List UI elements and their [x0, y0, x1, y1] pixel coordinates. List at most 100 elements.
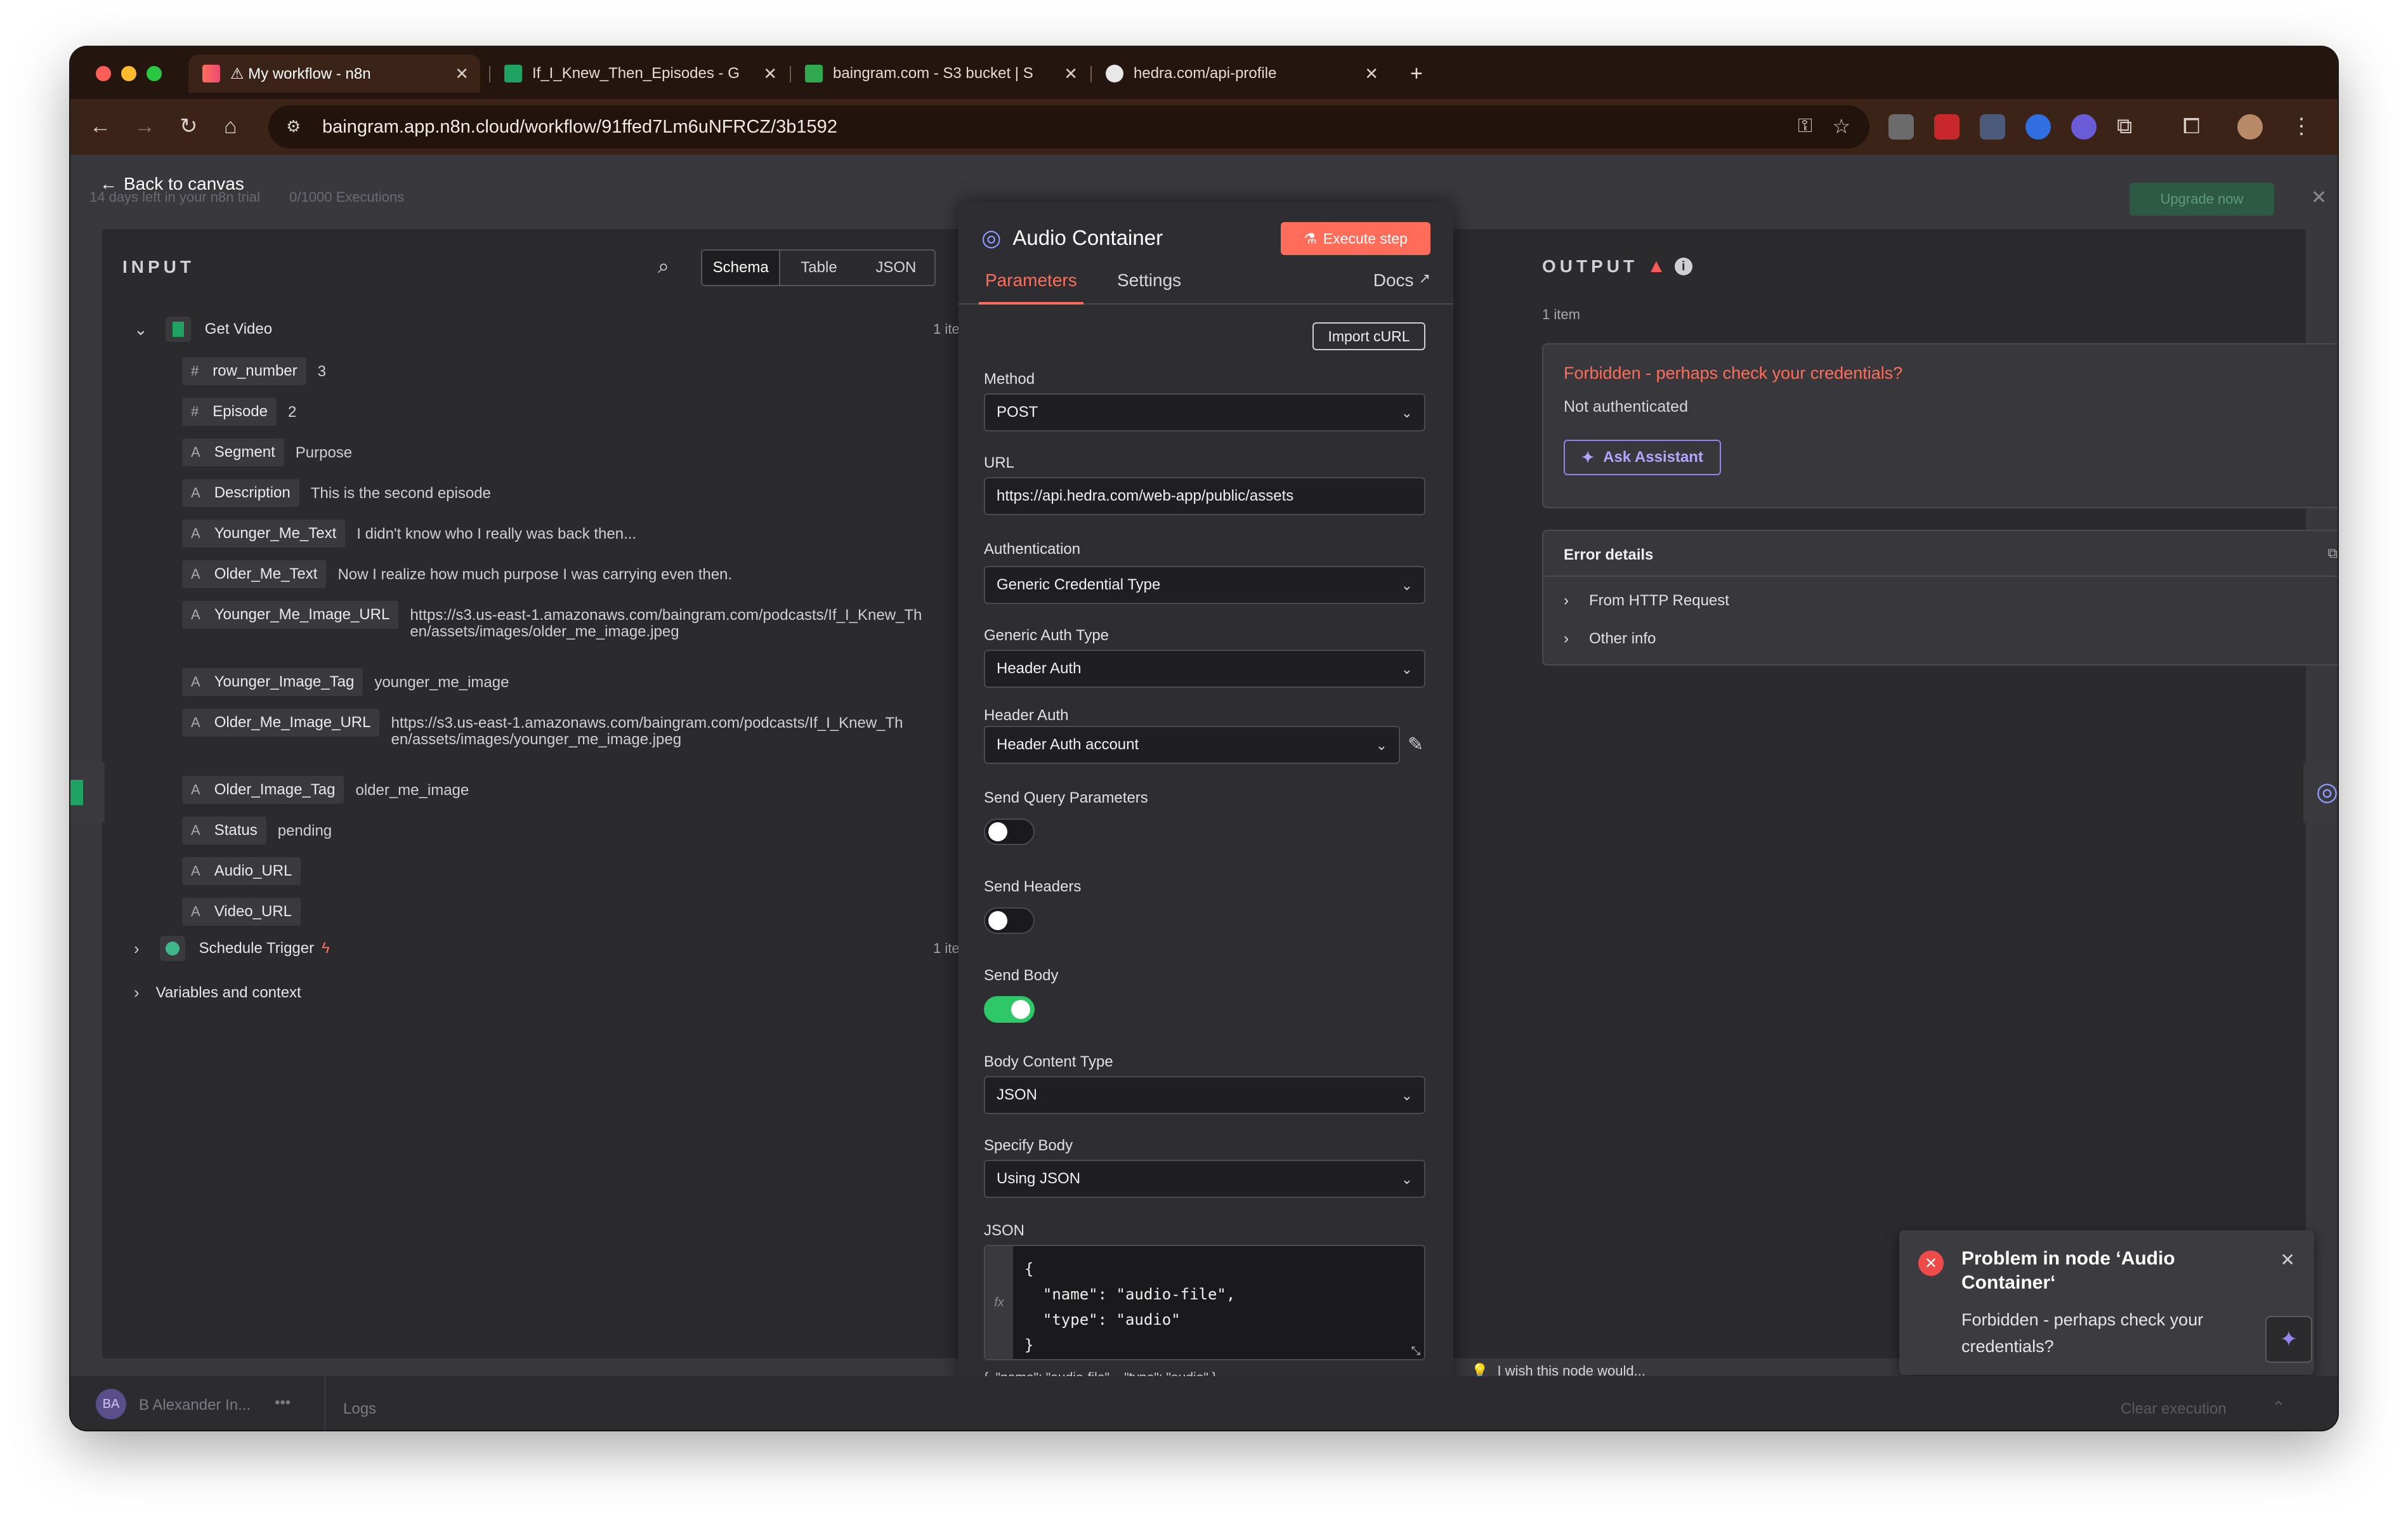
- close-icon[interactable]: ✕: [2311, 187, 2327, 209]
- user-name[interactable]: B Alexander In...: [139, 1396, 251, 1414]
- extension-icon[interactable]: [1934, 114, 1960, 140]
- search-icon[interactable]: ⌕: [658, 254, 669, 279]
- other-info-item[interactable]: › Other info: [1564, 630, 1656, 648]
- field-chip[interactable]: A Younger_Me_Text: [182, 520, 346, 548]
- specify-body-select[interactable]: Using JSON ⌄: [984, 1160, 1425, 1198]
- field-chip[interactable]: # Episode: [182, 398, 277, 426]
- expression-icon[interactable]: fx: [985, 1246, 1013, 1359]
- upgrade-button[interactable]: Upgrade now: [2130, 183, 2274, 216]
- close-tab-icon[interactable]: ✕: [455, 64, 469, 84]
- field-chip[interactable]: A Younger_Me_Image_URL: [182, 601, 399, 629]
- close-icon[interactable]: ✕: [2280, 1249, 2295, 1270]
- url-input[interactable]: https://api.hedra.com/web-app/public/ass…: [984, 477, 1425, 515]
- chevron-up-icon[interactable]: ⌃: [2272, 1398, 2286, 1417]
- send-body-toggle[interactable]: [984, 996, 1035, 1023]
- maximize-window-icon[interactable]: [147, 66, 162, 81]
- clear-execution-button[interactable]: Clear execution: [2121, 1400, 2227, 1418]
- body-type-select[interactable]: JSON ⌄: [984, 1076, 1425, 1114]
- send-query-toggle[interactable]: [984, 818, 1035, 845]
- field-chip[interactable]: A Older_Image_Tag: [182, 776, 344, 804]
- node-header-schedule-trigger[interactable]: › Schedule Trigger ϟ 1 item: [134, 936, 971, 961]
- tab-n8n[interactable]: ⚠ My workflow - n8n ✕: [188, 55, 480, 93]
- schema-field[interactable]: # Episode 2: [182, 398, 943, 426]
- schema-field[interactable]: # row_number 3: [182, 357, 943, 385]
- close-window-icon[interactable]: [96, 66, 111, 81]
- home-icon[interactable]: ⌂: [224, 115, 237, 137]
- field-chip[interactable]: A Older_Me_Image_URL: [182, 709, 380, 737]
- pencil-icon[interactable]: ✎: [1408, 733, 1423, 756]
- variables-context-toggle[interactable]: › Variables and context: [134, 983, 301, 1002]
- field-chip[interactable]: # row_number: [182, 357, 306, 385]
- field-chip[interactable]: A Segment: [182, 438, 284, 466]
- key-icon[interactable]: ⚿: [1798, 115, 1812, 137]
- field-chip[interactable]: A Description: [182, 479, 299, 507]
- avatar[interactable]: BA: [96, 1389, 126, 1419]
- close-tab-icon[interactable]: ✕: [763, 64, 777, 84]
- authentication-select[interactable]: Generic Credential Type ⌄: [984, 566, 1425, 604]
- close-tab-icon[interactable]: ✕: [1064, 64, 1078, 84]
- schema-field[interactable]: A Status pending: [182, 817, 943, 844]
- site-info-icon[interactable]: ⚙: [286, 117, 301, 136]
- field-chip[interactable]: A Younger_Image_Tag: [182, 668, 363, 696]
- tab-s3[interactable]: baingram.com - S3 bucket | S ✕: [791, 55, 1089, 93]
- reload-icon[interactable]: ↻: [180, 115, 198, 137]
- header-auth-select[interactable]: Header Auth account ⌄: [984, 726, 1400, 764]
- url-bar[interactable]: ⚙ baingram.app.n8n.cloud/workflow/91ffed…: [268, 105, 1869, 148]
- tab-search-icon[interactable]: ⧠: [2183, 115, 2200, 137]
- node-title[interactable]: Audio Container: [1012, 226, 1163, 250]
- schema-field[interactable]: A Description This is the second episode: [182, 479, 943, 507]
- more-menu-icon[interactable]: ⋮: [2291, 115, 2312, 137]
- json-tab[interactable]: JSON: [858, 251, 934, 285]
- import-curl-button[interactable]: Import cURL: [1312, 322, 1425, 350]
- back-to-canvas-button[interactable]: ← Back to canvas: [100, 174, 244, 194]
- schema-field[interactable]: A Audio_URL: [182, 857, 943, 885]
- schema-field[interactable]: A Segment Purpose: [182, 438, 943, 466]
- minimize-window-icon[interactable]: [121, 66, 136, 81]
- schema-field[interactable]: A Older_Me_Image_URL https://s3.us-east-1.…: [182, 709, 943, 748]
- tab-settings[interactable]: Settings: [1117, 270, 1181, 291]
- docs-link[interactable]: Docs ↗: [1373, 270, 1430, 291]
- node-header-get-video[interactable]: ⌄ Get Video 1 item: [134, 317, 971, 342]
- forward-arrow-icon[interactable]: →: [134, 115, 155, 137]
- output-node-handle[interactable]: ◎: [2303, 761, 2338, 824]
- input-node-handle[interactable]: [70, 761, 105, 824]
- execute-step-button[interactable]: ⚗ Execute step: [1281, 222, 1430, 255]
- schema-field[interactable]: A Older_Me_Text Now I realize how much pur…: [182, 560, 943, 588]
- back-arrow-icon[interactable]: ←: [89, 115, 111, 137]
- table-tab[interactable]: Table: [780, 251, 857, 285]
- close-tab-icon[interactable]: ✕: [1364, 64, 1378, 84]
- more-icon[interactable]: •••: [275, 1394, 291, 1412]
- puzzle-icon[interactable]: ⧉: [2117, 115, 2132, 137]
- field-chip[interactable]: A Video_URL: [182, 898, 301, 926]
- extension-icon[interactable]: [2025, 114, 2051, 140]
- json-editor[interactable]: fx { "name": "audio-file", "type": "audi…: [984, 1245, 1425, 1360]
- from-http-request-item[interactable]: › From HTTP Request: [1564, 592, 1729, 610]
- schema-field[interactable]: A Younger_Me_Image_URL https://s3.us-east-…: [182, 601, 943, 640]
- field-chip[interactable]: A Older_Me_Text: [182, 560, 327, 588]
- tab-parameters[interactable]: Parameters: [979, 270, 1083, 305]
- schema-field[interactable]: A Older_Image_Tag older_me_image: [182, 776, 943, 804]
- assistant-sparkle-button[interactable]: ✦: [2265, 1316, 2312, 1363]
- schema-field[interactable]: A Video_URL: [182, 898, 943, 926]
- field-chip[interactable]: A Status: [182, 817, 266, 844]
- extension-icon[interactable]: [2071, 114, 2097, 140]
- method-select[interactable]: POST ⌄: [984, 393, 1425, 431]
- field-chip[interactable]: A Audio_URL: [182, 857, 301, 885]
- generic-auth-select[interactable]: Header Auth ⌄: [984, 650, 1425, 688]
- extension-icon[interactable]: [1980, 114, 2005, 140]
- schema-field[interactable]: A Younger_Me_Text I didn't know who I real…: [182, 520, 943, 548]
- profile-avatar[interactable]: [2237, 114, 2263, 140]
- copy-icon[interactable]: ⧉: [2327, 545, 2338, 562]
- info-icon[interactable]: i: [1674, 258, 1692, 275]
- extension-icon[interactable]: [1888, 114, 1914, 140]
- schema-field[interactable]: A Younger_Image_Tag younger_me_image: [182, 668, 943, 696]
- schema-tab[interactable]: Schema: [702, 251, 781, 285]
- ask-assistant-button[interactable]: ✦ Ask Assistant: [1564, 440, 1721, 475]
- logs-label[interactable]: Logs: [343, 1400, 376, 1418]
- send-headers-toggle[interactable]: [984, 907, 1035, 934]
- resize-icon[interactable]: ⤡: [1411, 1344, 1420, 1358]
- tab-sheets[interactable]: If_I_Knew_Then_Episodes - G ✕: [490, 55, 788, 93]
- bookmark-star-icon[interactable]: ☆: [1832, 114, 1850, 138]
- tab-hedra[interactable]: hedra.com/api-profile ✕: [1092, 55, 1390, 93]
- new-tab-button[interactable]: +: [1396, 55, 1437, 93]
